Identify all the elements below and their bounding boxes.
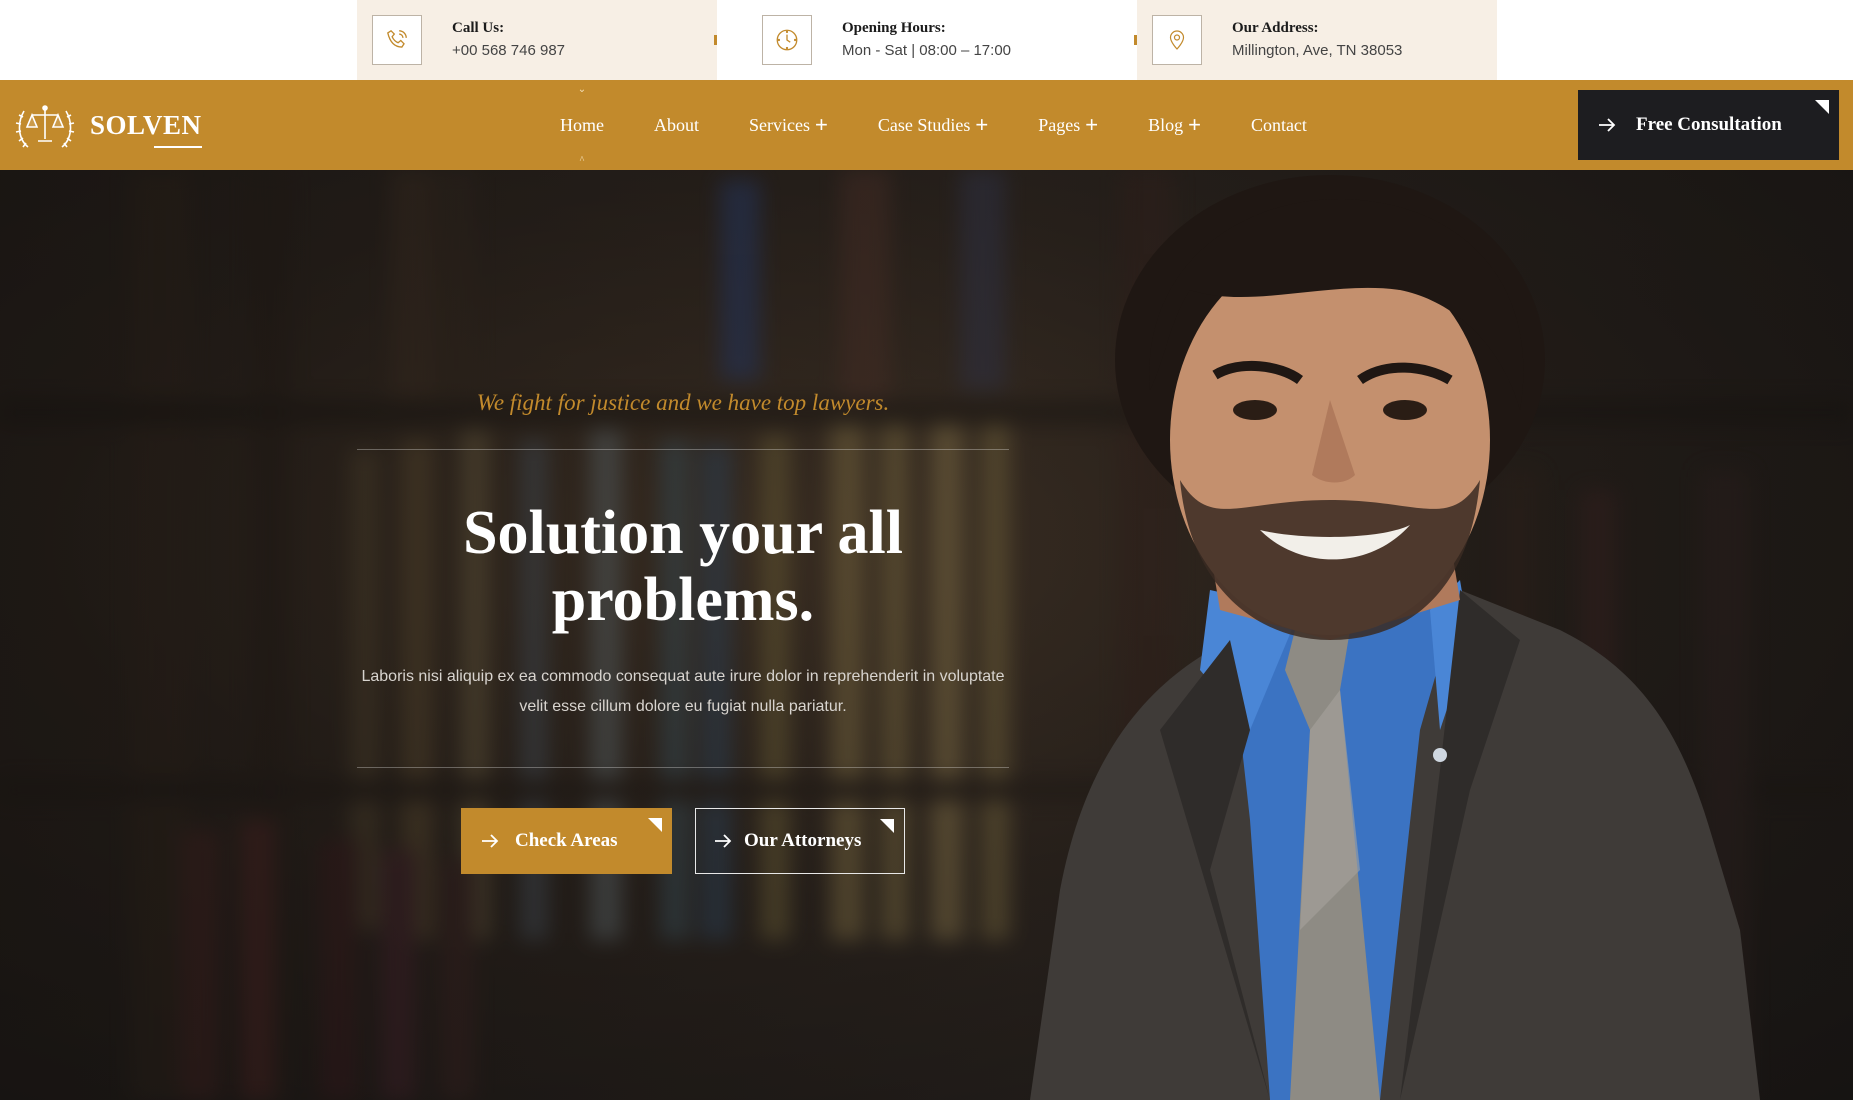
hero-section: We fight for justice and we have top law… [0, 170, 1853, 1100]
divider [357, 449, 1009, 450]
nav-item-case-studies[interactable]: Case Studies + [878, 80, 988, 170]
nav-item-label: Blog [1148, 114, 1184, 135]
nav-item-label: About [654, 114, 699, 135]
lawyer-portrait-image [1030, 175, 1760, 1100]
free-consultation-button[interactable]: Free Consultation [1578, 90, 1839, 160]
hero-content: We fight for justice and we have top law… [357, 170, 1009, 1100]
call-us-label: Call Us: [452, 20, 505, 36]
opening-hours-info: Opening Hours: Mon - Sat | 08:00 – 17:00 [717, 0, 1137, 80]
scales-of-justice-icon [15, 105, 75, 148]
nav-item-label: Home [560, 114, 604, 135]
nav-item-pages[interactable]: Pages + [1038, 80, 1098, 170]
our-attorneys-label: Our Attorneys [744, 830, 862, 851]
site-logo[interactable]: SOLVEN [14, 96, 202, 154]
primary-navigation: ⌄ Home ^ About Services + Case Studies +… [560, 80, 1357, 170]
divider [357, 767, 1009, 768]
opening-hours-label: Opening Hours: [842, 20, 946, 36]
free-consultation-label: Free Consultation [1636, 114, 1782, 135]
phone-icon [372, 15, 422, 65]
phone-number[interactable]: +00 568 746 987 [452, 42, 565, 59]
active-caret-icon: ^ [579, 155, 585, 166]
arrow-right-icon [1599, 118, 1616, 132]
corner-triangle-icon [1815, 100, 1829, 114]
active-chevron-icon: ⌄ [577, 84, 587, 95]
brand-name: SOLVEN [90, 109, 202, 148]
hero-tagline: We fight for justice and we have top law… [476, 390, 890, 415]
top-info-bar: Call Us: +00 568 746 987 Opening Hours: … [0, 0, 1853, 80]
our-attorneys-button[interactable]: Our Attorneys [695, 808, 905, 874]
opening-hours-value: Mon - Sat | 08:00 – 17:00 [842, 42, 1012, 59]
plus-icon: + [814, 112, 828, 137]
plus-icon: + [975, 112, 989, 137]
corner-triangle-icon [648, 818, 662, 832]
hero-headline: Solution your all problems. [463, 499, 903, 634]
nav-item-label: Contact [1250, 114, 1307, 135]
address-value: Millington, Ave, TN 38053 [1232, 42, 1403, 59]
clock-icon [762, 15, 812, 65]
hero-description: Laboris nisi aliquip ex ea commodo conse… [361, 668, 1005, 715]
address-info: Our Address: Millington, Ave, TN 38053 [1137, 0, 1497, 80]
nav-item-label: Case Studies [877, 114, 971, 135]
address-label: Our Address: [1232, 20, 1319, 36]
plus-icon: + [1085, 112, 1099, 137]
location-pin-icon [1152, 15, 1202, 65]
nav-item-services[interactable]: Services + [749, 80, 828, 170]
check-areas-button[interactable]: Check Areas [461, 808, 672, 874]
nav-item-blog[interactable]: Blog + [1148, 80, 1201, 170]
page-bottom-edge [0, 1100, 1853, 1118]
call-us-info: Call Us: +00 568 746 987 [357, 0, 717, 80]
main-navbar: SOLVEN ⌄ Home ^ About Services + Case St… [0, 80, 1853, 170]
arrow-right-icon [715, 834, 732, 848]
corner-triangle-icon [880, 819, 894, 833]
nav-item-label: Pages [1038, 114, 1081, 135]
nav-item-about[interactable]: About [654, 80, 699, 170]
nav-item-home[interactable]: ⌄ Home ^ [560, 80, 604, 170]
arrow-right-icon [482, 834, 499, 848]
nav-item-contact[interactable]: Contact [1251, 80, 1307, 170]
nav-item-label: Services [749, 114, 810, 135]
check-areas-label: Check Areas [515, 830, 618, 851]
plus-icon: + [1188, 112, 1201, 137]
